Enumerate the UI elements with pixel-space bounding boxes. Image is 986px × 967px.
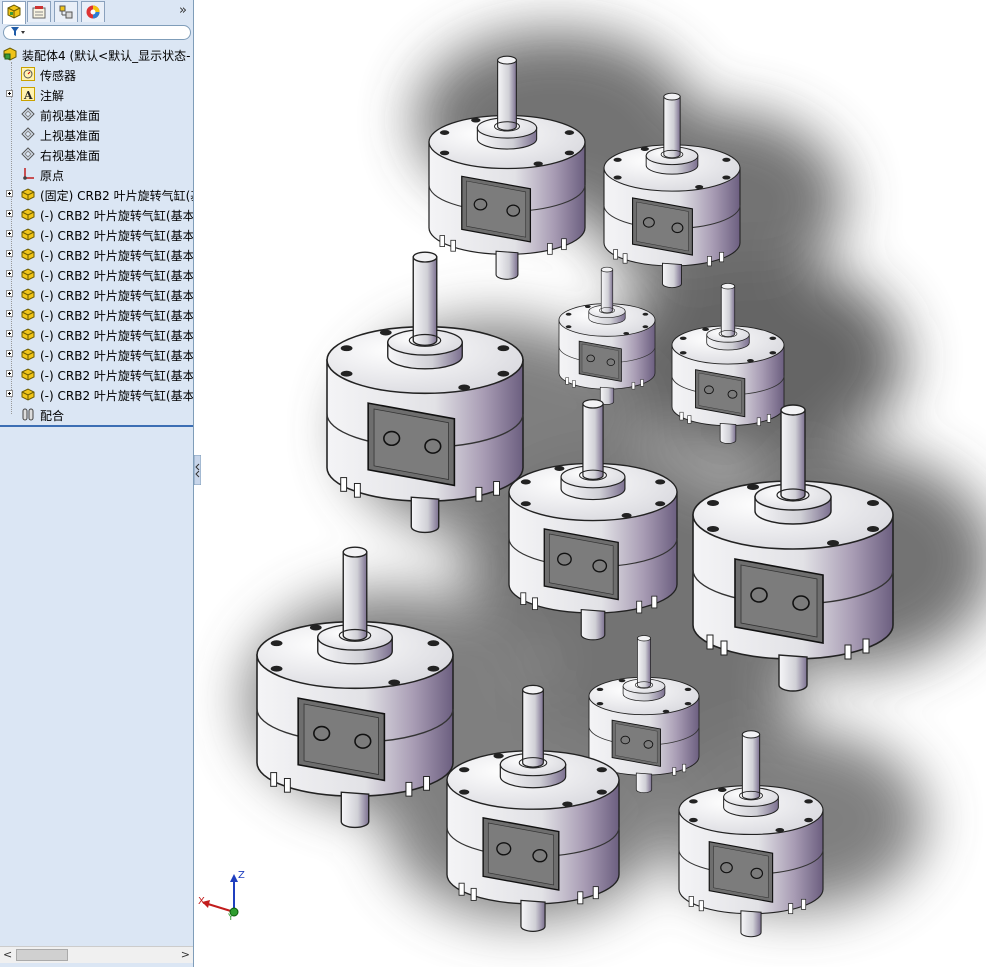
- propertymanager-tab-icon: [32, 6, 46, 19]
- tree-item-label: 前视基准面: [40, 109, 101, 123]
- rotary-cylinder-4[interactable]: [558, 266, 656, 405]
- origin-icon: [20, 166, 36, 182]
- tree-filter-field[interactable]: [3, 25, 191, 40]
- plane-icon: [20, 126, 36, 142]
- expand-toggle-icon[interactable]: [6, 370, 13, 377]
- expand-toggle-icon[interactable]: [6, 310, 13, 317]
- tree-item[interactable]: (-) CRB2 叶片旋转气缸(基本: [0, 224, 193, 244]
- feature-manager-panel: » 装配体4 (默认<默认_显示状态- 传感器 A 注解前视基准面上视基准面右视基准面…: [0, 0, 194, 967]
- expand-toggle-icon[interactable]: [6, 90, 13, 97]
- tree-item[interactable]: (-) CRB2 叶片旋转气缸(基本: [0, 204, 193, 224]
- tree-item[interactable]: 前视基准面: [0, 104, 193, 124]
- tree-item[interactable]: 传感器: [0, 64, 193, 84]
- tree-item-label: 上视基准面: [40, 129, 101, 143]
- scroll-right-arrow-icon[interactable]: >: [181, 948, 190, 961]
- expand-toggle-icon[interactable]: [6, 250, 13, 257]
- appearance-tab[interactable]: [81, 1, 105, 22]
- part-icon: [20, 306, 36, 322]
- part-icon: [20, 206, 36, 222]
- tree-item-label: (-) CRB2 叶片旋转气缸(基本: [40, 209, 193, 223]
- mates-icon: [20, 406, 36, 422]
- tree-item[interactable]: (-) CRB2 叶片旋转气缸(基本: [0, 244, 193, 264]
- graphics-viewport[interactable]: [195, 0, 986, 967]
- tree-item-label: (-) CRB2 叶片旋转气缸(基本: [40, 349, 193, 363]
- tree-item[interactable]: (-) CRB2 叶片旋转气缸(基本: [0, 284, 193, 304]
- horizontal-scrollbar[interactable]: < >: [0, 946, 193, 963]
- scroll-thumb[interactable]: [16, 949, 68, 961]
- tree-item[interactable]: (-) CRB2 叶片旋转气缸(基本: [0, 384, 193, 404]
- tree-item[interactable]: (-) CRB2 叶片旋转气缸(基本: [0, 264, 193, 284]
- triad-z-label: Z: [238, 870, 245, 881]
- expand-toggle-icon[interactable]: [6, 290, 13, 297]
- expand-toggle-icon[interactable]: [6, 190, 13, 197]
- part-icon: [20, 326, 36, 342]
- expand-toggle-icon[interactable]: [6, 350, 13, 357]
- assembly-icon: [2, 46, 18, 62]
- tree-item-label: 注解: [40, 89, 65, 103]
- triad-x-label: X: [198, 896, 205, 907]
- sensor-icon: [20, 66, 36, 82]
- part-icon: [20, 286, 36, 302]
- tree-item-label: (-) CRB2 叶片旋转气缸(基本: [40, 309, 193, 323]
- appearance-tab-icon: [86, 5, 100, 19]
- part-icon: [20, 266, 36, 282]
- tree-item-label: (-) CRB2 叶片旋转气缸(基本: [40, 369, 193, 383]
- tree-item[interactable]: (固定) CRB2 叶片旋转气缸(基: [0, 184, 193, 204]
- expand-toggle-icon[interactable]: [6, 230, 13, 237]
- tree-item-label: 原点: [40, 169, 65, 183]
- tree-item[interactable]: (-) CRB2 叶片旋转气缸(基本: [0, 364, 193, 384]
- expand-toggle-icon[interactable]: [6, 270, 13, 277]
- tree-item[interactable]: 右视基准面: [0, 144, 193, 164]
- configurationmanager-tab-icon: [59, 5, 73, 19]
- reference-triad: Z X Y: [198, 868, 250, 923]
- triad-y-label: Y: [227, 913, 234, 920]
- tree-root-assembly[interactable]: 装配体4 (默认<默认_显示状态-: [0, 44, 193, 64]
- expand-toggle-icon[interactable]: [6, 390, 13, 397]
- expand-toggle-icon[interactable]: [6, 210, 13, 217]
- scroll-left-arrow-icon[interactable]: <: [3, 948, 12, 961]
- tree-item-label: (-) CRB2 叶片旋转气缸(基本: [40, 269, 193, 283]
- featuremanager-tab[interactable]: [2, 1, 26, 24]
- tree-item-label: (-) CRB2 叶片旋转气缸(基本: [40, 389, 193, 403]
- tree-item[interactable]: (-) CRB2 叶片旋转气缸(基本: [0, 344, 193, 364]
- tree-item-label: (-) CRB2 叶片旋转气缸(基本: [40, 229, 193, 243]
- tree-item[interactable]: 配合: [0, 404, 193, 424]
- part-icon: [20, 366, 36, 382]
- tree-item[interactable]: A 注解: [0, 84, 193, 104]
- part-icon: [20, 386, 36, 402]
- configurationmanager-tab[interactable]: [54, 1, 78, 22]
- tree-item-label: (-) CRB2 叶片旋转气缸(基本: [40, 289, 193, 303]
- tree-item-label: 右视基准面: [40, 149, 101, 163]
- plane-icon: [20, 146, 36, 162]
- part-icon: [20, 346, 36, 362]
- tree-item[interactable]: 上视基准面: [0, 124, 193, 144]
- more-tabs-chevron-icon[interactable]: »: [176, 3, 190, 19]
- tree-item-label: 配合: [40, 409, 65, 423]
- plane-icon: [20, 106, 36, 122]
- tree-item-label: 装配体4 (默认<默认_显示状态-: [22, 49, 191, 63]
- tree-item[interactable]: (-) CRB2 叶片旋转气缸(基本: [0, 324, 193, 344]
- panel-tabs: »: [0, 0, 193, 24]
- tree-item[interactable]: (-) CRB2 叶片旋转气缸(基本: [0, 304, 193, 324]
- propertymanager-tab[interactable]: [27, 1, 51, 22]
- part-icon: [20, 246, 36, 262]
- rotary-cylinder-8[interactable]: [256, 546, 454, 829]
- tree-item-label: (固定) CRB2 叶片旋转气缸(基: [40, 189, 193, 203]
- tree-separator: [0, 425, 193, 427]
- featuremanager-tab-icon: [7, 4, 21, 19]
- tree-item[interactable]: 原点: [0, 164, 193, 184]
- tree-item-label: (-) CRB2 叶片旋转气缸(基本: [40, 329, 193, 343]
- tree-item-label: 传感器: [40, 69, 77, 83]
- tree-item-label: (-) CRB2 叶片旋转气缸(基本: [40, 249, 193, 263]
- svg-text:A: A: [23, 89, 33, 102]
- rotary-cylinder-3[interactable]: [326, 251, 524, 534]
- part-icon: [20, 226, 36, 242]
- assembly-model-view: [245, 30, 986, 938]
- part-icon: [20, 186, 36, 202]
- filter-funnel-icon: [10, 26, 26, 39]
- annotation-icon: A: [20, 86, 36, 102]
- expand-toggle-icon[interactable]: [6, 330, 13, 337]
